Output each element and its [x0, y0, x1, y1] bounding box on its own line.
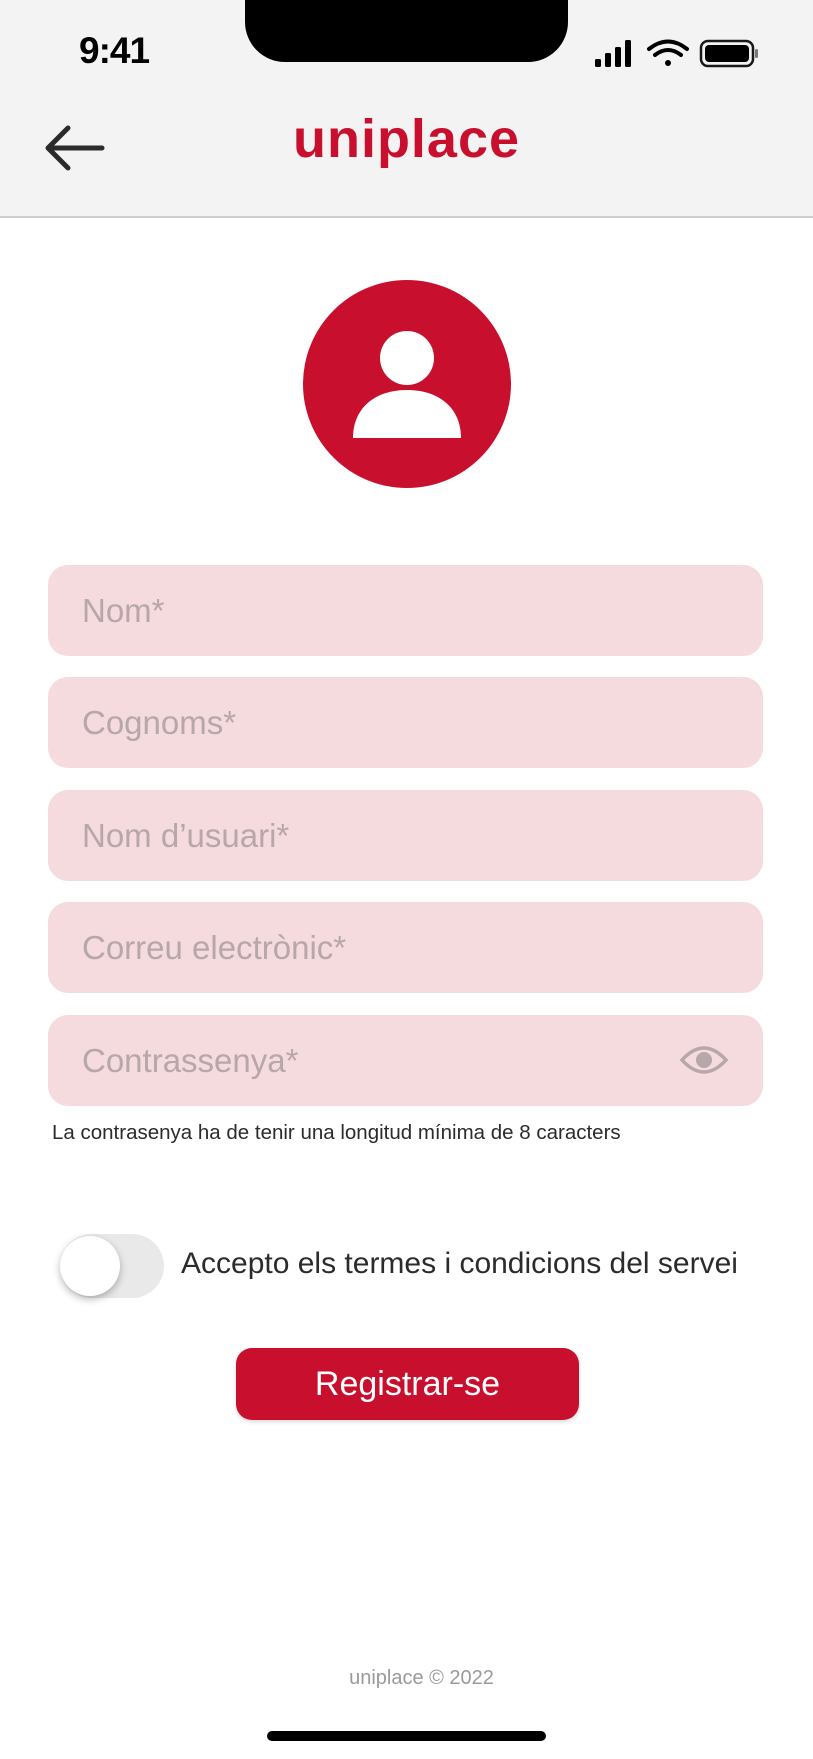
brand-title: uniplace [292, 109, 521, 169]
top-bar: 9:41 uniplace [0, 0, 813, 218]
terms-label[interactable]: Accepto els termes i condicions del serv… [181, 1247, 738, 1281]
signal-icon [595, 40, 631, 67]
user-icon [353, 331, 461, 438]
password-input[interactable] [48, 1015, 763, 1106]
surname-input[interactable] [48, 677, 763, 768]
password-hint: La contrasenya ha de tenir una longitud … [52, 1121, 621, 1144]
email-field[interactable] [48, 902, 763, 993]
name-field[interactable] [48, 565, 763, 656]
home-indicator [267, 1731, 546, 1741]
toggle-knob [60, 1236, 120, 1296]
status-time: 9:41 [79, 30, 150, 71]
name-input[interactable] [48, 565, 763, 656]
battery-icon [699, 39, 758, 68]
surname-field[interactable] [48, 677, 763, 768]
footer-copyright: uniplace © 2022 [349, 1667, 494, 1689]
notch [245, 0, 568, 62]
eye-icon[interactable] [679, 1042, 729, 1078]
register-button[interactable]: Registrar-se [236, 1348, 579, 1420]
wifi-icon [647, 39, 689, 66]
password-field[interactable] [48, 1015, 763, 1106]
username-input[interactable] [48, 790, 763, 881]
terms-toggle[interactable] [60, 1234, 164, 1298]
username-field[interactable] [48, 790, 763, 881]
avatar[interactable] [303, 280, 511, 488]
email-input[interactable] [48, 902, 763, 993]
status-icons [595, 39, 758, 68]
